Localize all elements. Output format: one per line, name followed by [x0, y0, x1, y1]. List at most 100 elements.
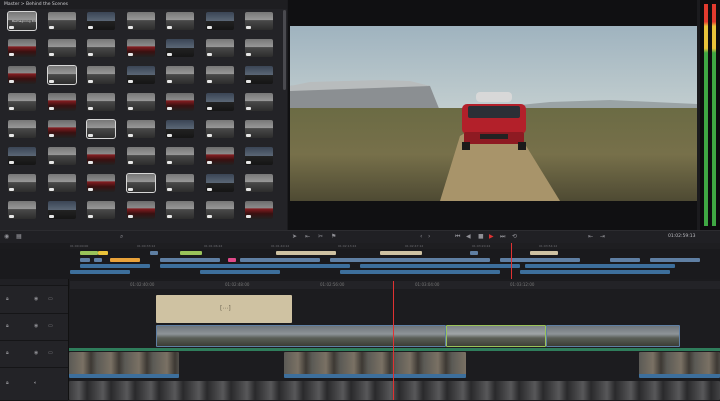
media-clip-thumbnail[interactable] [166, 147, 194, 165]
media-clip-thumbnail[interactable] [205, 201, 234, 219]
media-clip-thumbnail[interactable] [166, 201, 194, 219]
film-icon[interactable]: ▭ [48, 323, 53, 329]
media-clip-thumbnail[interactable] [205, 12, 234, 30]
play-icon[interactable]: ▶ [489, 233, 494, 240]
speaker-icon[interactable]: 🔈︎ [34, 380, 37, 386]
mini-clip[interactable] [240, 258, 320, 262]
media-clip-thumbnail[interactable] [166, 39, 194, 57]
lock-icon[interactable]: 🔒︎ [6, 350, 9, 356]
media-clip-thumbnail[interactable] [8, 201, 36, 219]
media-clip-thumbnail[interactable] [245, 147, 273, 165]
flag-icon[interactable]: ⚑ [331, 233, 336, 240]
video-clip[interactable] [639, 352, 720, 378]
media-clip-thumbnail[interactable] [87, 201, 115, 219]
media-clip-thumbnail[interactable] [205, 147, 234, 165]
mini-clip[interactable] [180, 251, 202, 255]
mini-clip[interactable] [276, 251, 336, 255]
eye-icon[interactable]: ◉ [34, 296, 38, 302]
media-clip-thumbnail[interactable] [245, 93, 273, 111]
media-clip-thumbnail[interactable] [47, 174, 76, 192]
mini-clip[interactable] [525, 264, 675, 268]
audio-track-strip[interactable] [69, 381, 720, 400]
media-clip-thumbnail[interactable] [47, 201, 76, 219]
media-clip-thumbnail[interactable] [205, 93, 234, 111]
media-clip-thumbnail[interactable] [126, 201, 155, 219]
media-clip-thumbnail[interactable] [8, 39, 36, 57]
mini-clip[interactable] [160, 264, 350, 268]
mini-clip[interactable] [500, 258, 580, 262]
mini-clip[interactable] [470, 251, 478, 255]
jog-right-icon[interactable]: › [428, 233, 430, 240]
eye-icon[interactable]: ◉ [34, 323, 38, 329]
media-clip-thumbnail[interactable] [47, 147, 76, 165]
lock-icon[interactable]: 🔒︎ [6, 323, 9, 329]
media-clip-thumbnail[interactable] [8, 174, 36, 192]
media-clip-thumbnail[interactable] [126, 147, 155, 165]
mini-clip[interactable] [160, 258, 220, 262]
lock-icon[interactable]: 🔒︎ [6, 296, 9, 302]
media-clip-thumbnail[interactable] [46, 65, 77, 85]
mini-playhead[interactable] [511, 243, 512, 279]
media-clip-thumbnail[interactable] [245, 120, 273, 138]
media-clip-thumbnail[interactable] [166, 120, 194, 138]
selected-video-clip[interactable] [446, 325, 546, 347]
trim-tool-icon[interactable]: ⇤ [305, 233, 310, 240]
stop-icon[interactable]: ■ [478, 233, 484, 240]
video-clip[interactable] [156, 325, 446, 347]
mini-clip[interactable] [340, 270, 500, 274]
media-clip-thumbnail[interactable] [245, 66, 273, 84]
pool-breadcrumb[interactable]: Master > Behind the Scenes [0, 0, 287, 9]
media-clip-thumbnail[interactable] [245, 39, 273, 57]
media-clip-thumbnail[interactable] [126, 66, 155, 84]
media-clip-thumbnail[interactable] [245, 174, 273, 192]
timeline-playhead[interactable] [393, 281, 394, 400]
mini-clip[interactable] [94, 258, 102, 262]
media-clip-thumbnail[interactable] [205, 120, 234, 138]
media-clip-thumbnail[interactable] [47, 93, 76, 111]
media-clip-thumbnail[interactable] [126, 120, 155, 138]
layout-icon[interactable]: ▦ [16, 233, 22, 240]
go-to-start-icon[interactable]: ⏮ [455, 233, 460, 241]
title-clip[interactable]: [⋯] [156, 295, 292, 323]
media-clip-thumbnail[interactable] [245, 12, 273, 30]
razor-icon[interactable]: ✂ [318, 233, 323, 240]
media-clip-thumbnail[interactable] [166, 66, 194, 84]
media-clip-thumbnail[interactable] [126, 93, 155, 111]
mini-clip[interactable] [330, 258, 490, 262]
mini-clip[interactable] [110, 258, 140, 262]
media-clip-thumbnail[interactable] [8, 120, 36, 138]
rewind-icon[interactable]: ◀ [466, 233, 471, 240]
video-clip[interactable] [69, 352, 179, 378]
mini-clip[interactable] [530, 251, 558, 255]
lock-icon[interactable]: 🔒︎ [6, 380, 9, 386]
media-clip-thumbnail[interactable] [87, 12, 115, 30]
mini-timeline[interactable] [0, 243, 720, 279]
video-clip[interactable] [546, 325, 680, 347]
media-clip-thumbnail[interactable] [47, 39, 76, 57]
select-tool-icon[interactable]: ➤ [292, 233, 297, 240]
media-clip-thumbnail[interactable] [47, 120, 76, 138]
media-clip-thumbnail[interactable] [126, 39, 155, 57]
media-clip-thumbnail[interactable] [87, 39, 115, 57]
mini-clip[interactable] [228, 258, 236, 262]
media-clip-thumbnail[interactable] [87, 93, 115, 111]
media-clip-thumbnail[interactable] [205, 66, 234, 84]
media-clip-thumbnail[interactable] [126, 12, 155, 30]
main-timeline[interactable]: [⋯] [69, 281, 720, 400]
mini-clip[interactable] [70, 270, 130, 274]
video-clip[interactable] [284, 352, 466, 378]
mini-clip[interactable] [380, 251, 422, 255]
jog-left-icon[interactable]: ‹ [420, 233, 422, 240]
mini-clip[interactable] [520, 270, 670, 274]
mini-clip[interactable] [150, 251, 158, 255]
film-icon[interactable]: ▭ [48, 296, 53, 302]
eye-icon[interactable]: ◉ [34, 350, 38, 356]
mini-clip[interactable] [610, 258, 640, 262]
go-to-end-icon[interactable]: ⏭ [500, 233, 505, 241]
media-clip-thumbnail[interactable] [245, 201, 273, 219]
mini-clip[interactable] [80, 251, 98, 255]
zoom-icon[interactable]: ⌕ [120, 233, 123, 241]
film-icon[interactable]: ▭ [48, 350, 53, 356]
media-clip-thumbnail[interactable] [8, 93, 36, 111]
main-ruler[interactable]: 01:02:40:00 01:02:48:00 01:02:56:00 01:03:0… [70, 281, 720, 289]
